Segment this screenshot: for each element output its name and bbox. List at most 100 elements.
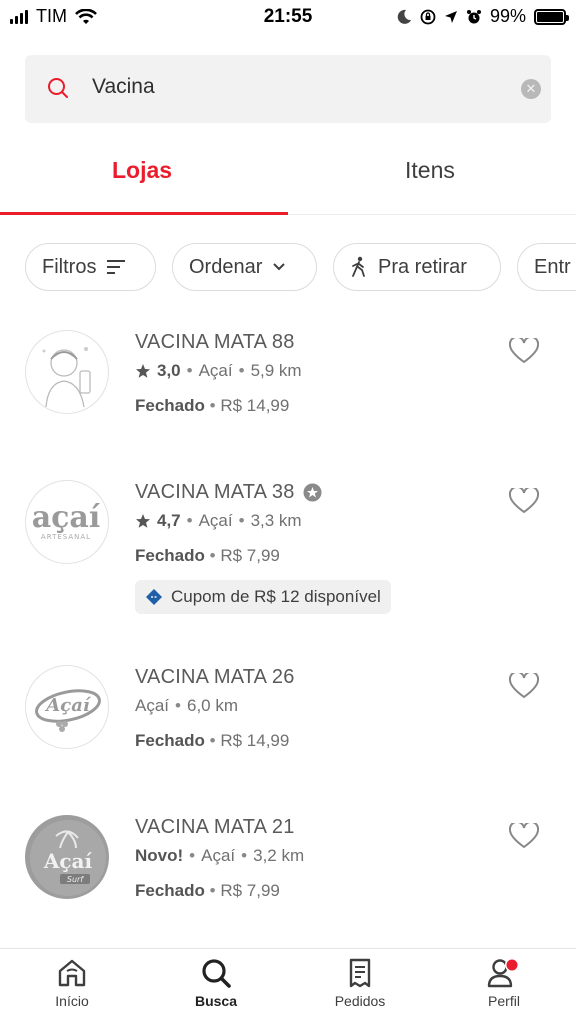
search-icon: [48, 78, 68, 98]
heart-icon[interactable]: [509, 673, 539, 699]
store-status-line: Fechado • R$ 14,99: [135, 731, 289, 751]
status-bar-right: 99%: [396, 6, 569, 27]
bottom-nav: Início Busca Pedidos Perfil: [0, 948, 576, 1024]
acai-artesanal-logo-icon: açaí ARTESANAL: [32, 500, 101, 541]
orientation-lock-icon: [420, 9, 436, 24]
separator-dot: •: [186, 361, 193, 380]
chevron-down-icon: [273, 263, 286, 271]
heart-icon[interactable]: [509, 338, 539, 364]
nav-inicio[interactable]: Início: [22, 957, 122, 1009]
home-icon: [58, 959, 86, 987]
logo-subtext: ARTESANAL: [41, 533, 91, 541]
separator-dot: •: [238, 361, 245, 380]
delivery-fee: R$ 14,99: [220, 396, 290, 415]
heart-icon[interactable]: [509, 488, 539, 514]
store-category: Açaí: [198, 361, 233, 380]
delivery-fee: R$ 7,99: [220, 546, 280, 565]
store-logo: [25, 330, 109, 414]
nav-pedidos[interactable]: Pedidos: [310, 957, 410, 1009]
store-name: VACINA MATA 88: [135, 331, 295, 353]
alarm-icon: [466, 9, 481, 23]
location-icon: [444, 10, 457, 23]
store-distance: 5,9 km: [250, 361, 302, 380]
store-card[interactable]: VACINA MATA 88 3,0 • Açaí • 5,9 km Fecha…: [0, 330, 576, 440]
nav-label: Início: [55, 993, 89, 1009]
store-category: Açaí: [135, 696, 170, 715]
store-distance: 3,2 km: [253, 846, 305, 865]
search-input[interactable]: Vacina: [92, 75, 155, 99]
store-status: Fechado: [135, 881, 205, 900]
super-badge-icon: [303, 483, 322, 502]
store-rating: 4,7: [157, 511, 181, 530]
acai-oval-logo-icon: Açaí: [35, 689, 101, 732]
chip-filtros[interactable]: Filtros: [25, 243, 156, 291]
delivery-fee: R$ 14,99: [220, 731, 290, 750]
chip-pra-retirar[interactable]: Pra retirar: [333, 243, 501, 291]
coupon-text: Cupom de R$ 12 disponível: [171, 587, 381, 606]
chip-label: Ordenar: [189, 255, 263, 278]
store-status-line: Fechado • R$ 7,99: [135, 881, 280, 901]
search-icon: [202, 959, 231, 988]
separator-dot: •: [241, 846, 248, 865]
status-bar: TIM 21:55 99%: [0, 0, 576, 34]
star-icon: [136, 514, 150, 528]
store-name: VACINA MATA 38: [135, 481, 295, 503]
store-status: Fechado: [135, 731, 205, 750]
separator-dot: •: [238, 511, 245, 530]
results-tabs: Lojas Itens: [0, 140, 576, 215]
coupon-ticket-icon: [146, 589, 162, 605]
logo-text: Açaí: [43, 849, 93, 873]
store-status-line: Fechado • R$ 7,99: [135, 546, 280, 566]
clear-search-icon[interactable]: ✕: [521, 79, 541, 99]
acai-surf-logo-icon: Açaí Surf: [30, 820, 106, 896]
new-label: Novo!: [135, 846, 184, 865]
logo-text: Açaí: [44, 695, 92, 716]
profile-icon: [487, 958, 519, 988]
store-card[interactable]: Açaí Surf VACINA MATA 21 Novo! • Açaí • …: [0, 815, 576, 925]
separator-dot: •: [189, 846, 196, 865]
logo-subtext: Surf: [67, 875, 84, 884]
moon-icon: [397, 9, 411, 24]
chip-label: Filtros: [42, 255, 97, 278]
store-category: Açaí: [198, 511, 233, 530]
store-status: Fechado: [135, 396, 205, 415]
store-status: Fechado: [135, 546, 205, 565]
chip-label: Entr: [534, 255, 571, 278]
chip-label: Pra retirar: [378, 255, 467, 278]
store-logo: açaí ARTESANAL: [25, 480, 109, 564]
store-name: VACINA MATA 26: [135, 666, 295, 688]
store-meta: Açaí • 6,0 km: [135, 696, 238, 716]
battery-percent: 99%: [489, 6, 526, 26]
battery-icon: [534, 8, 569, 25]
notification-dot-icon: [506, 959, 518, 971]
store-name-row: VACINA MATA 38: [135, 481, 322, 504]
heart-icon[interactable]: [509, 823, 539, 849]
separator-dot: •: [209, 546, 221, 565]
acai-girl-logo-icon: [42, 347, 91, 408]
store-distance: 6,0 km: [186, 696, 239, 715]
store-card[interactable]: açaí ARTESANAL VACINA MATA 38 4,7 • Açaí…: [0, 480, 576, 620]
delivery-fee: R$ 7,99: [220, 881, 280, 900]
chip-entrega[interactable]: Entr: [517, 243, 576, 291]
store-meta: 4,7 • Açaí • 3,3 km: [135, 511, 302, 531]
store-logo: Açaí Surf: [25, 815, 109, 899]
store-rating: 3,0: [157, 361, 181, 380]
tab-lojas[interactable]: Lojas: [112, 157, 172, 184]
search-bar[interactable]: Vacina ✕: [25, 55, 551, 123]
nav-label: Perfil: [488, 993, 520, 1009]
store-meta: Novo! • Açaí • 3,2 km: [135, 846, 304, 866]
separator-dot: •: [209, 396, 221, 415]
coupon-badge: Cupom de R$ 12 disponível: [135, 580, 391, 614]
nav-label: Busca: [194, 993, 238, 1009]
filter-lines-icon: [107, 260, 126, 274]
nav-perfil[interactable]: Perfil: [454, 957, 554, 1009]
nav-label: Pedidos: [334, 993, 386, 1009]
chip-ordenar[interactable]: Ordenar: [172, 243, 317, 291]
store-category: Açaí: [201, 846, 236, 865]
logo-text: açaí: [32, 500, 101, 535]
store-meta: 3,0 • Açaí • 5,9 km: [135, 361, 302, 381]
separator-dot: •: [209, 881, 221, 900]
nav-busca[interactable]: Busca: [166, 957, 266, 1009]
store-card[interactable]: Açaí VACINA MATA 26 Açaí • 6,0 km Fechad…: [0, 665, 576, 775]
tab-itens[interactable]: Itens: [405, 157, 455, 184]
